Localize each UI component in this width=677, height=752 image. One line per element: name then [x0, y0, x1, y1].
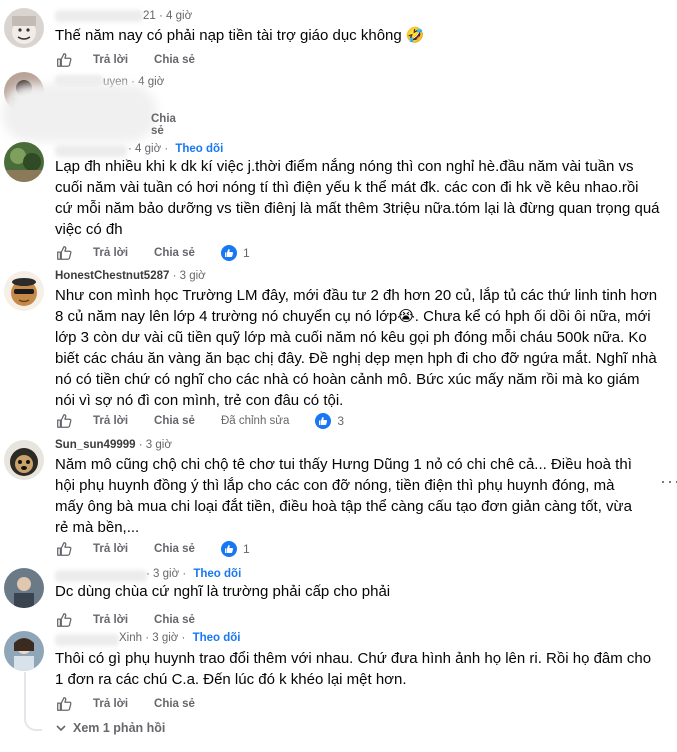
thumbs-up-icon[interactable]: [55, 540, 73, 558]
reply-thread-line: [24, 672, 42, 731]
comment-meta: 21 · 4 giờ: [143, 10, 193, 22]
more-options-icon[interactable]: ···: [660, 471, 677, 492]
share-button[interactable]: Chia sẻ: [154, 543, 195, 555]
avatar[interactable]: [4, 440, 44, 480]
comment-meta: · 4 giờ · Theo dõi: [128, 143, 224, 155]
follow-button[interactable]: Theo dõi: [193, 568, 241, 580]
reaction-count-number: 1: [242, 542, 250, 556]
follow-button[interactable]: Theo dõi: [193, 632, 241, 644]
thumbs-up-icon[interactable]: [55, 412, 73, 430]
comment-text: Thế năm nay có phải nạp tiền tài trợ giá…: [55, 27, 425, 44]
timestamp: 4 giờ: [166, 10, 193, 22]
share-button[interactable]: Chia sẻ: [154, 415, 195, 427]
reply-button[interactable]: Trả lời: [93, 54, 128, 66]
author-name[interactable]: Sun_sun49999: [55, 439, 136, 451]
thumbs-up-icon[interactable]: [55, 244, 73, 262]
avatar[interactable]: [4, 142, 44, 182]
share-button[interactable]: Chia sẻ: [154, 614, 195, 626]
avatar[interactable]: [4, 568, 44, 608]
thumbs-up-icon[interactable]: [55, 51, 73, 69]
view-replies-link[interactable]: Xem 1 phản hồi: [55, 721, 165, 735]
view-replies-label: Xem 1 phản hồi: [73, 721, 166, 735]
avatar[interactable]: [4, 8, 44, 48]
share-button[interactable]: Chia sẻ: [151, 113, 176, 137]
reply-button[interactable]: Trả lời: [93, 247, 128, 259]
share-button[interactable]: Chia sẻ: [154, 247, 195, 259]
timestamp: 3 giờ: [145, 439, 172, 451]
avatar[interactable]: [4, 631, 44, 671]
timestamp: 4 giờ: [135, 143, 162, 155]
author-name-partial: 21: [143, 10, 156, 22]
reply-button[interactable]: Trả lời: [93, 698, 128, 710]
thumbs-up-icon[interactable]: [55, 695, 73, 713]
comment-text: Thôi có gì phụ huynh trao đổi thêm với n…: [55, 650, 652, 688]
comment-actions: Trả lời Chia sẻ Đã chỉnh sửa 3: [55, 411, 344, 431]
reply-button[interactable]: Trả lời: [93, 415, 128, 427]
comment-actions: Trả lời Chia sẻ: [55, 113, 176, 137]
comment-actions: Trả lời Chia sẻ 1: [55, 243, 250, 263]
comment-text: Lạp đh nhiều khi k dk kí việc j.thời điể…: [55, 158, 660, 238]
reply-button[interactable]: Trả lời: [93, 543, 128, 555]
reaction-count[interactable]: 3: [315, 413, 344, 429]
comment-actions: Trả lời Chia sẻ: [55, 694, 221, 714]
comment-meta: · 3 giờ · Theo dõi: [146, 568, 242, 580]
like-reaction-icon: [315, 413, 332, 429]
comment-text: Như con mình học Trường LM đây, mới đầu …: [55, 287, 658, 409]
follow-button[interactable]: Theo dõi: [175, 143, 223, 155]
thumbs-up-icon[interactable]: [55, 611, 73, 629]
comment-actions: Trả lời Chia sẻ 1: [55, 539, 250, 559]
reply-button[interactable]: Trả lời: [93, 614, 128, 626]
reaction-count[interactable]: 1: [220, 245, 250, 261]
timestamp: 3 giờ: [179, 270, 206, 282]
avatar[interactable]: [4, 271, 44, 311]
comment-text: Năm mô cũng chộ chi chộ tê chơ tui thấy …: [55, 456, 632, 536]
chevron-down-icon: [56, 725, 66, 732]
share-button[interactable]: Chia sẻ: [154, 54, 195, 66]
comment-text: Dc dùng chùa cứ nghĩ là trường phải cấp …: [55, 583, 391, 600]
comment-meta: Sun_sun49999 · 3 giờ: [55, 439, 172, 451]
reaction-count-number: 3: [337, 414, 345, 428]
like-reaction-icon: [220, 541, 237, 557]
share-button[interactable]: Chia sẻ: [154, 698, 195, 710]
edited-label: Đã chỉnh sửa: [220, 415, 290, 427]
like-reaction-icon: [220, 245, 237, 261]
comment-meta: Xinh · 3 giờ · Theo dõi: [119, 632, 241, 644]
timestamp: 3 giờ: [153, 568, 180, 580]
reaction-count-number: 1: [242, 246, 250, 260]
blurred-name: [55, 634, 119, 646]
comment-actions: Trả lời Chia sẻ: [55, 610, 221, 630]
comment-meta: HonestChestnut5287 · 3 giờ: [55, 270, 206, 282]
blurred-name: [55, 10, 143, 22]
author-name[interactable]: HonestChestnut5287: [55, 270, 169, 282]
comment-actions: Trả lời Chia sẻ: [55, 50, 221, 70]
reaction-count[interactable]: 1: [220, 541, 250, 557]
author-name-partial: Xinh: [119, 632, 143, 644]
timestamp: 4 giờ: [138, 76, 165, 88]
timestamp: 3 giờ: [152, 632, 179, 644]
